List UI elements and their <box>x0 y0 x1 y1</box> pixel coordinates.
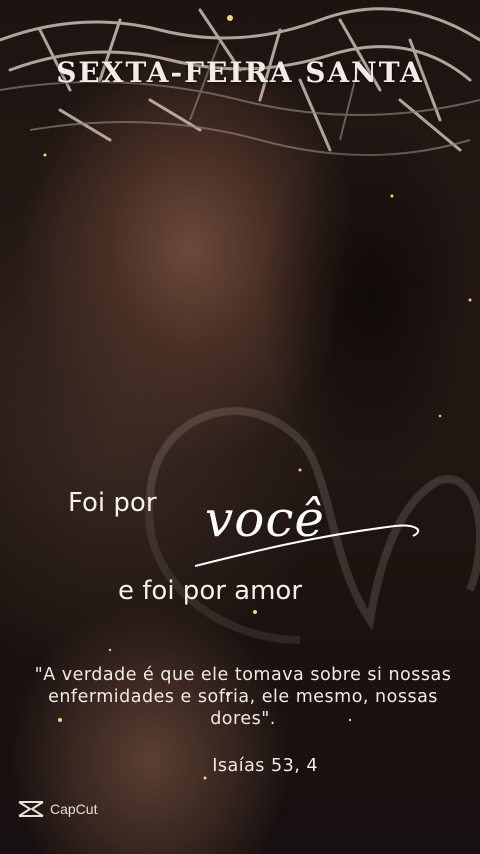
watermark: CapCut <box>16 798 97 820</box>
verse-quote: "A verdade é que ele tomava sobre si nos… <box>34 665 452 729</box>
watermark-label: CapCut <box>50 801 98 817</box>
page-title: SEXTA-FEIRA SANTA <box>56 56 424 89</box>
message-line-1: Foi por <box>68 488 157 518</box>
message-line-2: e foi por amor <box>118 576 303 606</box>
verse-reference: Isaías 53, 4 <box>212 756 318 776</box>
message-highlight: você <box>205 490 325 548</box>
capcut-logo-icon <box>18 801 44 817</box>
